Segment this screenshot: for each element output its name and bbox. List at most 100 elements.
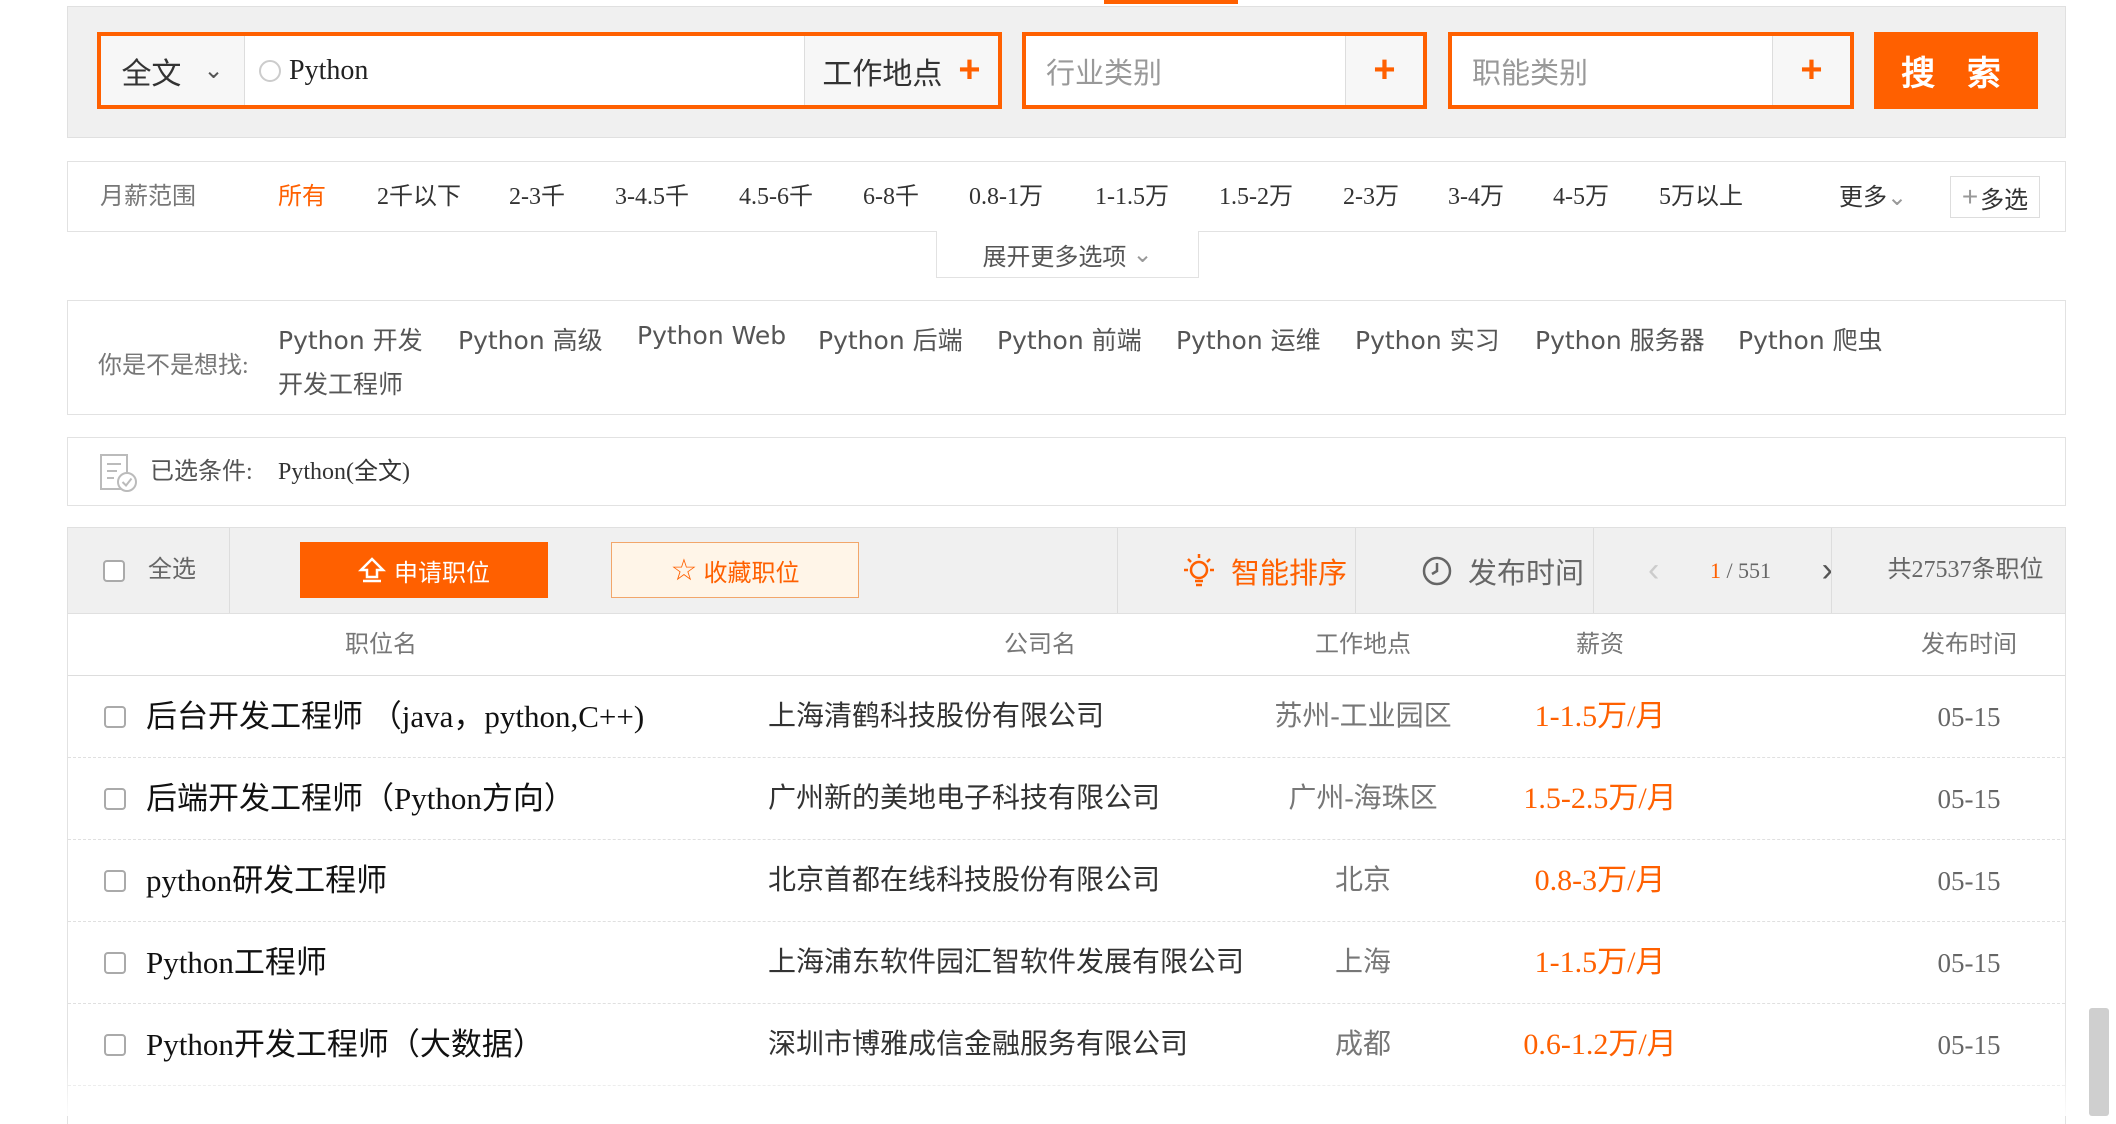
clock-icon <box>1422 556 1452 585</box>
salary-option[interactable]: 2-3千 <box>509 162 565 233</box>
time-sort-button[interactable]: 发布时间 <box>1388 528 1616 613</box>
page-scrollbar[interactable] <box>2089 1008 2109 1116</box>
multi-select-button[interactable]: + 多选 <box>1950 176 2040 218</box>
salary-option[interactable]: 4.5-6千 <box>739 162 813 233</box>
salary-option[interactable]: 2千以下 <box>377 162 461 233</box>
select-all-label: 全选 <box>148 557 196 583</box>
company-link[interactable]: 北京首都在线科技股份有限公司 <box>768 840 1160 922</box>
table-row[interactable]: Python工程师 上海浦东软件园汇智软件发展有限公司 上海 1-1.5万/月 … <box>68 922 2065 1004</box>
job-title-link[interactable]: Python开发工程师（大数据） <box>146 1004 544 1086</box>
conditions-label: 已选条件: <box>150 459 253 485</box>
row-checkbox[interactable] <box>104 706 126 728</box>
upload-icon <box>358 557 386 583</box>
header-location: 工作地点 <box>1315 632 1411 658</box>
row-checkbox[interactable] <box>104 788 126 810</box>
header-date: 发布时间 <box>1921 632 2017 658</box>
job-date: 05-15 <box>1937 784 2001 814</box>
plus-icon[interactable]: + <box>1772 36 1850 105</box>
salary-option[interactable]: 所有 <box>278 162 326 233</box>
header-company: 公司名 <box>1004 632 1076 658</box>
apply-job-button[interactable]: 申请职位 <box>300 542 548 598</box>
company-link[interactable]: 上海清鹤科技股份有限公司 <box>768 676 1104 758</box>
company-link[interactable]: 上海浦东软件园汇智软件发展有限公司 <box>768 922 1244 1004</box>
salary-option[interactable]: 1-1.5万 <box>1095 162 1169 233</box>
salary-option[interactable]: 6-8千 <box>863 162 919 233</box>
smart-sort-button[interactable]: 智能排序 <box>1148 528 1378 613</box>
table-row[interactable]: python研发工程师 北京首都在线科技股份有限公司 北京 0.8-3万/月 0… <box>68 840 2065 922</box>
function-select[interactable]: 职能类别 + <box>1448 32 1854 109</box>
company-link[interactable]: 深圳市博雅成信金融服务有限公司 <box>768 1004 1188 1086</box>
table-row[interactable]: 后端开发工程师（Python方向） 广州新的美地电子科技有限公司 广州-海珠区 … <box>68 758 2065 840</box>
table-row[interactable]: Python开发工程师（大数据） 深圳市博雅成信金融服务有限公司 成都 0.6-… <box>68 1004 2065 1086</box>
job-location: 上海 <box>1334 947 1391 978</box>
suggestion-link[interactable]: Python 前端 <box>997 321 1142 357</box>
job-title-link[interactable]: python研发工程师 <box>146 840 387 922</box>
chevron-down-icon: ⌄ <box>203 57 224 84</box>
salary-option[interactable]: 2-3万 <box>1343 162 1399 233</box>
salary-option[interactable]: 1.5-2万 <box>1219 162 1293 233</box>
salary-more-button[interactable]: 更多⌄ <box>1839 162 1907 233</box>
suggestion-link[interactable]: Python 高级 <box>458 321 603 357</box>
total-pages: / 551 <box>1726 557 1772 583</box>
favorite-job-button[interactable]: ☆ 收藏职位 <box>611 542 859 598</box>
suggestion-link[interactable]: Python 实习 <box>1355 321 1500 357</box>
industry-select[interactable]: 行业类别 + <box>1022 32 1427 109</box>
keyword-search-group: 全文 ⌄ 工作地点 + <box>97 32 1002 109</box>
row-checkbox[interactable] <box>104 952 126 974</box>
salary-option[interactable]: 0.8-1万 <box>969 162 1043 233</box>
plus-icon[interactable]: + <box>1345 36 1423 105</box>
search-icon <box>259 59 281 82</box>
current-page: 1 <box>1709 557 1721 583</box>
time-sort-label: 发布时间 <box>1467 557 1584 590</box>
header-salary: 薪资 <box>1576 632 1624 658</box>
job-salary: 1-1.5万/月 <box>1534 946 1666 979</box>
multi-label: 多选 <box>1980 187 2029 214</box>
chevron-down-icon: ⌄ <box>1132 240 1153 268</box>
job-salary: 0.6-1.2万/月 <box>1523 1028 1677 1061</box>
chevron-left-icon[interactable]: ‹ <box>1648 551 1659 590</box>
apply-label: 申请职位 <box>394 560 490 587</box>
job-date: 05-15 <box>1937 866 2001 896</box>
suggestion-box: 你是不是想找: Python 开发 Python 高级 Python Web P… <box>67 300 2066 415</box>
job-title-link[interactable]: 后端开发工程师（Python方向） <box>146 758 575 840</box>
job-title-link[interactable]: Python工程师 <box>146 922 327 1004</box>
salary-option[interactable]: 5万以上 <box>1659 162 1743 233</box>
row-checkbox[interactable] <box>104 870 126 892</box>
expand-more-options[interactable]: 展开更多选项 ⌄ <box>936 231 1199 278</box>
salary-option[interactable]: 4-5万 <box>1553 162 1609 233</box>
suggestion-link[interactable]: Python 开发 <box>278 321 423 357</box>
suggestion-link[interactable]: Python Web <box>637 321 786 350</box>
divider <box>1593 528 1594 613</box>
plus-icon: + <box>958 49 981 91</box>
search-scope-value: 全文 <box>121 57 182 91</box>
star-icon: ☆ <box>670 553 698 587</box>
company-link[interactable]: 广州新的美地电子科技有限公司 <box>768 758 1160 840</box>
location-select-button[interactable]: 工作地点 + <box>804 36 998 105</box>
suggestion-link[interactable]: Python 服务器 <box>1535 321 1705 357</box>
keyword-input[interactable] <box>287 53 771 88</box>
salary-option[interactable]: 3-4万 <box>1448 162 1504 233</box>
job-title-link[interactable]: 后台开发工程师 （java，python,C++) <box>146 676 644 758</box>
salary-option[interactable]: 3-4.5千 <box>615 162 689 233</box>
table-row[interactable]: 后台开发工程师 （java，python,C++) 上海清鹤科技股份有限公司 苏… <box>68 676 2065 758</box>
row-checkbox[interactable] <box>104 1034 126 1056</box>
pager: ‹ 1 / 551 › <box>1628 528 1853 613</box>
more-label: 更多 <box>1839 185 1887 211</box>
job-location: 广州-海珠区 <box>1288 783 1438 814</box>
suggestion-link[interactable]: Python 爬虫 <box>1738 321 1883 357</box>
divider <box>229 528 230 613</box>
active-tab-indicator <box>1104 0 1238 4</box>
search-button[interactable]: 搜 索 <box>1874 32 2038 109</box>
suggestion-link[interactable]: Python 运维 <box>1176 321 1321 357</box>
smart-sort-label: 智能排序 <box>1230 557 1347 590</box>
select-all-checkbox[interactable] <box>103 560 125 582</box>
divider <box>1355 528 1356 613</box>
job-salary: 1.5-2.5万/月 <box>1523 782 1677 815</box>
job-location: 苏州-工业园区 <box>1274 701 1452 732</box>
job-date: 05-15 <box>1937 948 2001 978</box>
divider <box>1117 528 1118 613</box>
search-scope-select[interactable]: 全文 ⌄ <box>101 36 245 105</box>
suggestion-link[interactable]: 开发工程师 <box>278 365 403 401</box>
results-toolbar: 全选 申请职位 ☆ 收藏职位 智能排序 发布时间 ‹ 1 / 551 › 共27… <box>67 527 2066 614</box>
suggestion-link[interactable]: Python 后端 <box>818 321 963 357</box>
